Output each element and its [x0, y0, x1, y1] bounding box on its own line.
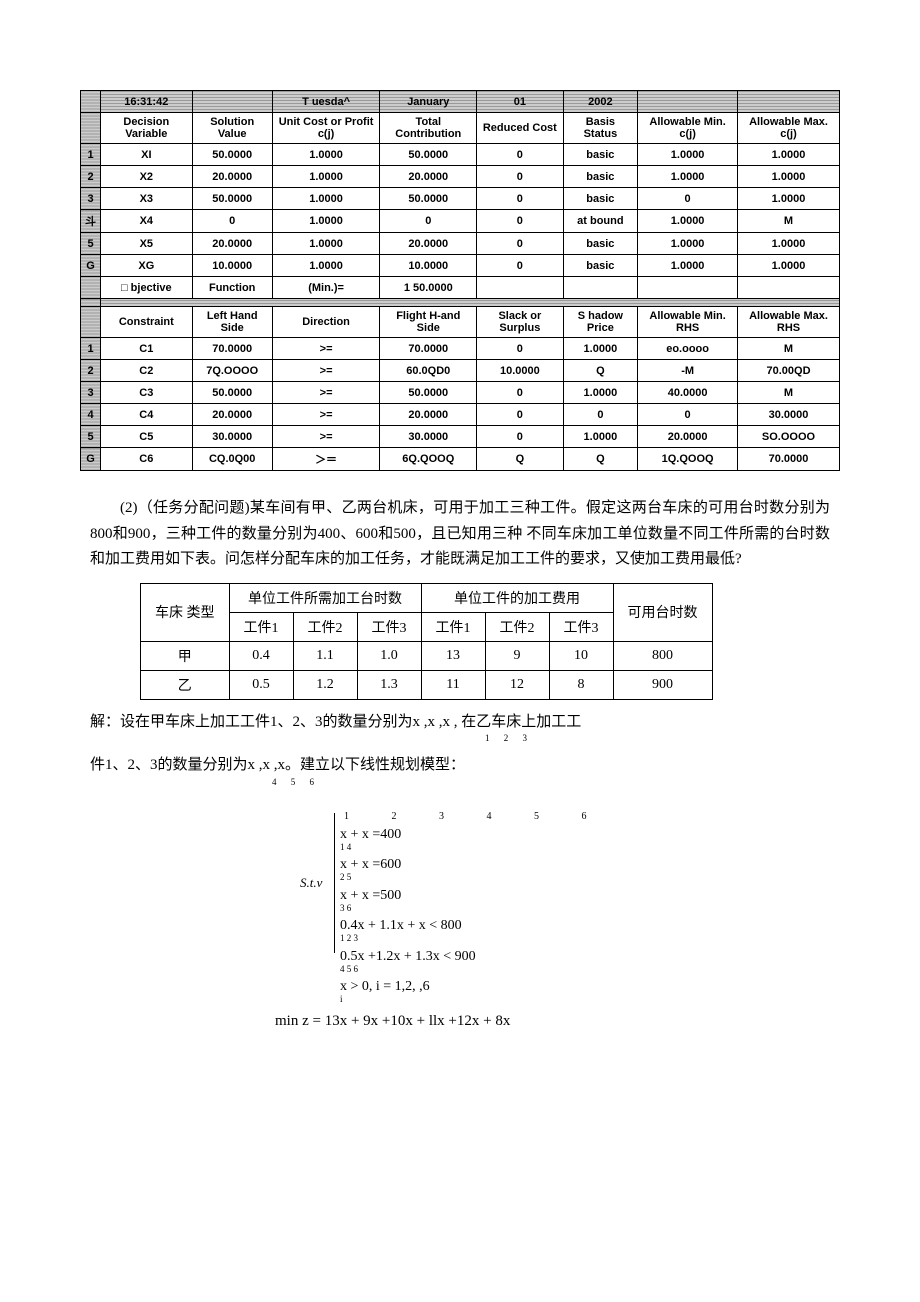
solution-line-2: 件1、2、3的数量分别为x ,x ,x。建立以下线性规划模型： 4 5 6	[90, 751, 830, 791]
table-row: 5 C5 30.0000 >= 30.0000 0 1.0000 20.0000…	[81, 426, 840, 448]
col-bs: Basis Status	[563, 113, 638, 144]
table-row: 斗 X4 0 1.0000 0 0 at bound 1.0000 M	[81, 210, 840, 233]
table-row: 4 C4 20.0000 >= 20.0000 0 0 0 30.0000	[81, 404, 840, 426]
col-uc: Unit Cost or Profit c(j)	[272, 113, 380, 144]
col-constraint: Constraint	[101, 307, 193, 338]
problem-statement: (2)（任务分配问题)某车间有甲、乙两台机床，可用于加工三种工件。假定这两台车床…	[90, 496, 830, 573]
col-rc: Reduced Cost	[477, 113, 563, 144]
lp-results-table: 16:31:42 T uesda^ January 01 2002 Decisi…	[80, 90, 840, 471]
solution-line-1: 解：设在甲车床上加工工件1、2、3的数量分别为x ,x ,x , 在乙车床上加工…	[90, 708, 830, 748]
table-row: 2 C2 7Q.OOOO >= 60.0QD0 10.0000 Q -M 70.…	[81, 360, 840, 382]
col-dv: Decision Variable	[101, 113, 193, 144]
math-constraints: S.t.v 1 2 3 4 5 6 x + x =400 1 4 x + x =…	[340, 809, 840, 1007]
table-row: 3 C3 50.0000 >= 50.0000 0 1.0000 40.0000…	[81, 382, 840, 404]
table-row: 甲0.41.11.013910800	[141, 641, 713, 670]
col-amin: Allowable Min. c(j)	[638, 113, 738, 144]
table-row: 1 XI 50.0000 1.0000 50.0000 0 basic 1.00…	[81, 144, 840, 166]
corner-cell	[81, 91, 101, 113]
objective-function: min z = 13x + 9x +10x + llx +12x + 8x	[275, 1013, 840, 1030]
col-amax: Allowable Max. c(j)	[738, 113, 840, 144]
table-row: G C6 CQ.0Q00 ＞＝ 6Q.QOOQ Q Q 1Q.QOOQ 70.0…	[81, 448, 840, 471]
objective-lbl: □ bjective	[101, 277, 193, 299]
time-cell: 16:31:42	[101, 91, 193, 113]
problem-data-table: 车床 类型 单位工件所需加工台时数 单位工件的加工费用 可用台时数 工件1 工件…	[140, 583, 713, 700]
table-row: 2 X2 20.0000 1.0000 20.0000 0 basic 1.00…	[81, 166, 840, 188]
table-row: 3 X3 50.0000 1.0000 50.0000 0 basic 0 1.…	[81, 188, 840, 210]
table-row: 1 C1 70.0000 >= 70.0000 0 1.0000 eo.oooo…	[81, 338, 840, 360]
table-row: 5 X5 20.0000 1.0000 20.0000 0 basic 1.00…	[81, 233, 840, 255]
table-row: 乙0.51.21.311128900	[141, 670, 713, 699]
col-tc: Total Contribution	[380, 113, 477, 144]
table-row: G XG 10.0000 1.0000 10.0000 0 basic 1.00…	[81, 255, 840, 277]
col-sv: Solution Value	[192, 113, 272, 144]
